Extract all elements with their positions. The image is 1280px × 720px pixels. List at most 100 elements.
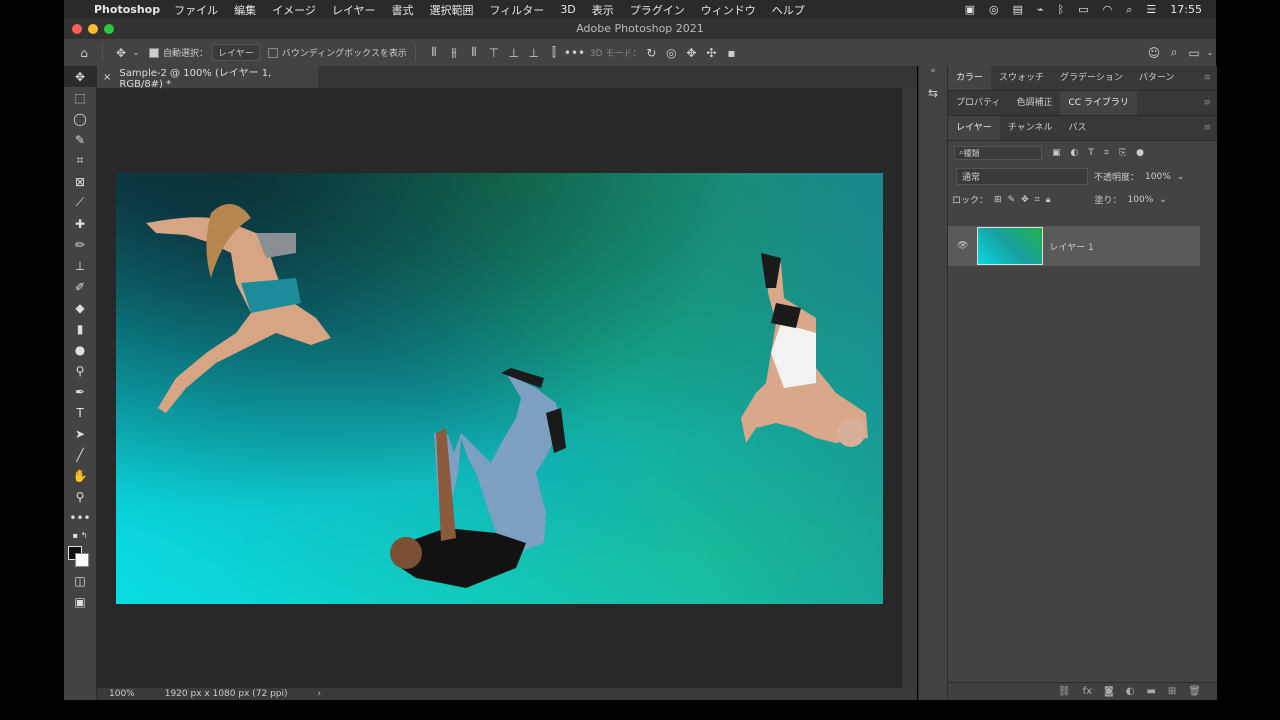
blur-tool-icon[interactable]: ● [64, 339, 96, 360]
document-tab[interactable]: × Sample-2 @ 100% (レイヤー 1, RGB/8#) * [97, 66, 318, 90]
color-swatches[interactable] [64, 542, 96, 570]
3d-roll-icon[interactable]: ◎ [661, 46, 681, 60]
filter-toggle-icon[interactable]: ● [1136, 148, 1144, 158]
menu-select[interactable]: 選択範囲 [430, 2, 474, 18]
document-info[interactable]: 1920 px x 1080 px (72 ppi) [165, 689, 288, 699]
healing-brush-tool-icon[interactable]: ✚ [64, 213, 96, 234]
lock-position-icon[interactable]: ✥ [1021, 195, 1029, 205]
close-window-button[interactable] [72, 24, 82, 34]
vertical-scrollbar[interactable] [902, 88, 917, 688]
zoom-tool-icon[interactable]: ⚲ [64, 486, 96, 507]
screen-mode-icon[interactable]: ▣ [64, 591, 96, 612]
panel-menu-icon[interactable]: ≡ [1203, 123, 1211, 133]
menu-view[interactable]: 表示 [592, 2, 614, 18]
auto-select-checkbox[interactable] [149, 47, 159, 58]
filter-shape-icon[interactable]: ⌗ [1104, 148, 1109, 158]
move-tool-icon[interactable]: ✥ [111, 46, 131, 60]
creative-cloud-icon[interactable]: ◎ [989, 3, 999, 16]
filter-smart-object-icon[interactable]: ⎘ [1119, 148, 1126, 158]
gradient-tool-icon[interactable]: ▮ [64, 318, 96, 339]
home-icon[interactable]: ⌂ [74, 46, 94, 60]
menu-layer[interactable]: レイヤー [332, 2, 376, 18]
more-options-icon[interactable]: ••• [564, 46, 585, 60]
filter-pixel-icon[interactable]: ▣ [1052, 148, 1061, 158]
link-layers-icon[interactable]: ⛓︎ [1058, 686, 1071, 697]
menu-help[interactable]: ヘルプ [772, 2, 805, 18]
lock-artboard-icon[interactable]: ⌗ [1035, 195, 1040, 205]
stamp-tool-icon[interactable]: ⊥ [64, 255, 96, 276]
menu-edit[interactable]: 編集 [234, 2, 256, 18]
align-right-icon[interactable]: ⫴ [464, 45, 484, 60]
move-tool-icon[interactable]: ✥ [64, 66, 96, 87]
pen-tool-icon[interactable]: ✒ [64, 381, 96, 402]
quick-select-tool-icon[interactable]: ✎ [64, 129, 96, 150]
new-group-icon[interactable]: ▬ [1146, 686, 1155, 697]
lasso-tool-icon[interactable]: ◯ [64, 108, 96, 129]
frame-tool-icon[interactable]: ⊠ [64, 171, 96, 192]
menu-window[interactable]: ウィンドウ [701, 2, 756, 18]
collapse-arrows-icon[interactable]: « [919, 66, 947, 76]
search-icon[interactable]: ⌕ [1164, 45, 1184, 60]
history-panel-icon[interactable]: ⇆ [919, 86, 947, 100]
menu-app-name[interactable]: Photoshop [94, 3, 160, 16]
menu-file[interactable]: ファイル [174, 2, 218, 18]
layer-style-fx-icon[interactable]: fx [1083, 686, 1092, 697]
lock-transparency-icon[interactable]: ⊞ [994, 195, 1002, 205]
chevron-down-icon[interactable]: ⌄ [1159, 195, 1167, 205]
tab-color[interactable]: カラー [948, 66, 992, 90]
blend-mode-dropdown[interactable]: 通常 [956, 168, 1088, 185]
bounding-box-checkbox[interactable] [267, 47, 278, 58]
menu-plugins[interactable]: プラグイン [630, 2, 685, 18]
fill-value[interactable]: 100% [1128, 195, 1154, 205]
align-center-icon[interactable]: ⫵ [444, 45, 464, 60]
layer-row[interactable]: 👁︎ レイヤー 1 [948, 226, 1200, 266]
network-icon[interactable]: ⌁ [1037, 3, 1044, 16]
control-center-icon[interactable]: ☰ [1146, 3, 1156, 16]
chevron-down-icon[interactable]: ⌄ [1177, 172, 1185, 182]
search-icon[interactable]: ⌕ [1126, 3, 1132, 17]
tab-paths[interactable]: パス [1060, 116, 1094, 140]
zoom-window-button[interactable] [104, 24, 114, 34]
zoom-level[interactable]: 100% [109, 689, 135, 699]
tab-channels[interactable]: チャンネル [1000, 116, 1061, 140]
visibility-eye-icon[interactable]: 👁︎ [957, 241, 968, 251]
3d-orbit-icon[interactable]: ↻ [641, 46, 661, 60]
3d-pan-icon[interactable]: ✥ [681, 46, 701, 60]
tab-cc-libraries[interactable]: CC ライブラリ [1060, 91, 1137, 115]
menu-image[interactable]: イメージ [272, 2, 316, 18]
type-tool-icon[interactable]: T [64, 402, 96, 423]
tab-layers[interactable]: レイヤー [948, 116, 1000, 140]
align-left-icon[interactable]: ⫴ [424, 45, 444, 60]
lock-image-icon[interactable]: ✎ [1008, 195, 1016, 205]
tab-adjustments[interactable]: 色調補正 [1008, 91, 1060, 115]
wifi-icon[interactable]: ◠ [1103, 3, 1113, 16]
tab-swatches[interactable]: スウォッチ [991, 66, 1052, 90]
minimize-window-button[interactable] [88, 24, 98, 34]
3d-scale-icon[interactable]: ▪ [721, 46, 741, 60]
flag-icon[interactable]: ▤ [1013, 3, 1023, 16]
brush-tool-icon[interactable]: ✏ [64, 234, 96, 255]
align-middle-icon[interactable]: ⊥ [504, 46, 524, 60]
layer-name[interactable]: レイヤー 1 [1049, 240, 1093, 253]
marquee-tool-icon[interactable]: ⬚ [64, 87, 96, 108]
align-top-icon[interactable]: ⊤ [484, 46, 504, 60]
workspace-icon[interactable]: ▭ [1184, 46, 1204, 60]
close-tab-icon[interactable]: × [103, 72, 111, 83]
new-layer-icon[interactable]: ⊞ [1168, 686, 1176, 697]
auto-select-dropdown[interactable]: レイヤー [212, 44, 260, 61]
menu-filter[interactable]: フィルター [490, 2, 545, 18]
default-colors-icon[interactable]: ▪ ↰ [64, 528, 96, 542]
tab-properties[interactable]: プロパティ [948, 91, 1008, 115]
chevron-down-icon[interactable]: ⌄ [131, 48, 141, 57]
quick-mask-icon[interactable]: ◫ [64, 570, 96, 591]
path-select-tool-icon[interactable]: ➤ [64, 423, 96, 444]
history-brush-tool-icon[interactable]: ✐ [64, 276, 96, 297]
filter-type-icon[interactable]: T [1088, 148, 1094, 158]
more-tools-icon[interactable]: ••• [64, 507, 96, 528]
crop-tool-icon[interactable]: ⌗ [64, 150, 96, 171]
adjustment-layer-icon[interactable]: ◐ [1126, 686, 1135, 697]
add-mask-icon[interactable]: ◙ [1104, 686, 1114, 697]
align-bottom-icon[interactable]: ⊥ [524, 46, 544, 60]
panel-menu-icon[interactable]: ≡ [1203, 98, 1211, 108]
bluetooth-icon[interactable]: ᛒ [1058, 3, 1065, 16]
